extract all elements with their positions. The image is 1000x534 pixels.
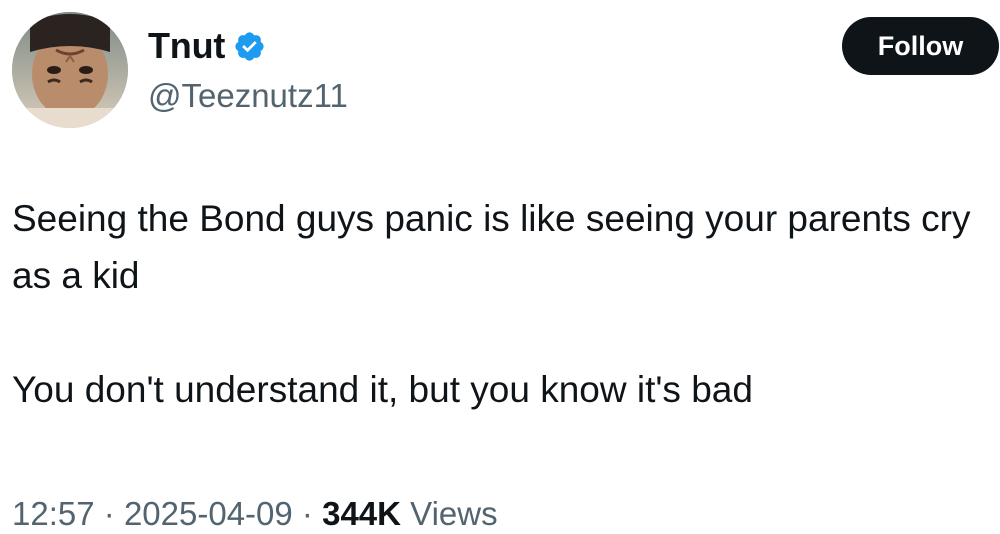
display-name[interactable]: Tnut <box>148 24 225 68</box>
avatar[interactable] <box>12 12 128 128</box>
views-count: 344K <box>322 495 401 532</box>
follow-button[interactable]: Follow <box>842 17 999 75</box>
user-handle[interactable]: @Teeznutz11 <box>148 76 348 116</box>
tweet-paragraph: Seeing the Bond guys panic is like seein… <box>12 198 971 296</box>
tweet-meta: 12:57 · 2025-04-09 · 344K Views <box>12 494 498 534</box>
tweet-time[interactable]: 12:57 <box>12 495 95 532</box>
meta-separator: · <box>103 495 115 532</box>
tweet-paragraph: You don't understand it, but you know it… <box>12 369 753 410</box>
views-label: Views <box>410 495 498 532</box>
meta-separator: · <box>301 495 313 532</box>
tweet-date[interactable]: 2025-04-09 <box>124 495 293 532</box>
user-name-row[interactable]: Tnut <box>148 24 266 68</box>
verified-badge-icon <box>233 30 266 63</box>
tweet-text: Seeing the Bond guys panic is like seein… <box>12 190 972 418</box>
